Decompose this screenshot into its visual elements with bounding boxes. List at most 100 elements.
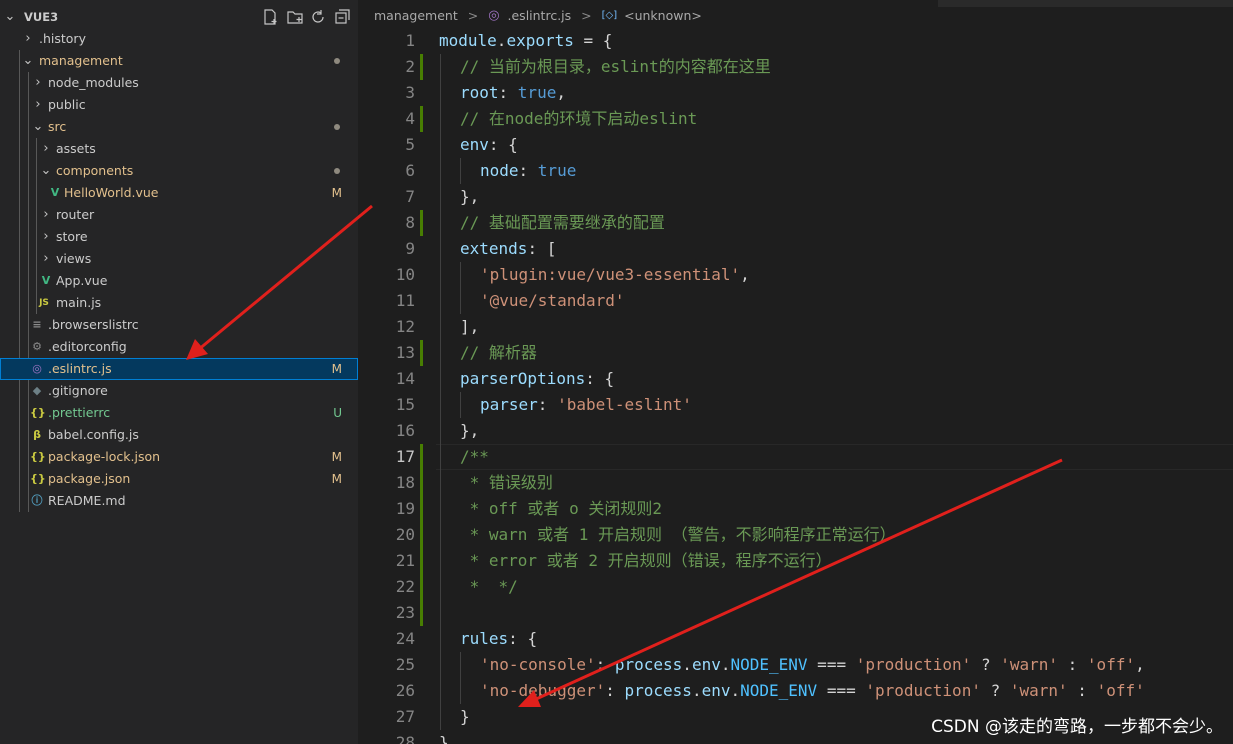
- tree-item-history[interactable]: › .history: [0, 28, 358, 50]
- code-line-9: extends: [: [460, 239, 557, 258]
- tree-item-label: .editorconfig: [48, 339, 127, 354]
- line-number: 14: [395, 369, 415, 388]
- chevron-down-icon: ⌄: [4, 9, 16, 24]
- code-line-16: },: [460, 421, 480, 440]
- chevron-right-icon: ›: [43, 229, 49, 244]
- tree-item-public[interactable]: › public: [0, 94, 358, 116]
- indent-guide: [460, 652, 461, 704]
- line-number: 5: [405, 135, 415, 154]
- tree-item-label: .eslintrc.js: [48, 361, 112, 376]
- tree-item-editorconfig[interactable]: ⚙ .editorconfig: [0, 336, 358, 358]
- code-line-2: // 当前为根目录，eslint的内容都在这里: [460, 57, 771, 76]
- tree-item-browserslistrc[interactable]: ≡ .browserslistrc: [0, 314, 358, 336]
- tree-item-gitignore[interactable]: ◆ .gitignore: [0, 380, 358, 402]
- new-folder-icon[interactable]: [287, 11, 303, 24]
- code-line-13: // 解析器: [460, 343, 537, 362]
- symbol-icon: [◇]: [601, 10, 618, 21]
- tree-item-label: node_modules: [48, 75, 139, 90]
- line-number: 16: [395, 421, 415, 440]
- chevron-down-icon: ⌄: [22, 53, 34, 68]
- new-file-icon[interactable]: [264, 9, 277, 25]
- tree-item-package-lock[interactable]: {} package-lock.json M: [0, 446, 358, 468]
- modified-dot-icon: [334, 168, 340, 174]
- vue-file-icon: V: [41, 274, 51, 287]
- tree-item-label: README.md: [48, 493, 126, 508]
- breadcrumb-folder[interactable]: management: [374, 8, 458, 23]
- tree-item-store[interactable]: › store: [0, 226, 358, 248]
- chevron-right-icon: ›: [43, 141, 49, 156]
- indent-guide: [460, 158, 461, 184]
- tree-item-helloworld-vue[interactable]: V HelloWorld.vue M: [0, 182, 358, 204]
- git-status-badge: M: [331, 186, 342, 200]
- tree-item-app-vue[interactable]: V App.vue: [0, 270, 358, 292]
- tree-item-label: views: [56, 251, 92, 266]
- git-icon: ◆: [32, 384, 42, 397]
- vue-file-icon: V: [50, 186, 60, 199]
- chevron-right-icon: ›: [35, 97, 41, 112]
- tree-item-prettierrc[interactable]: {} .prettierrc U: [0, 402, 358, 424]
- line-number: 26: [395, 681, 415, 700]
- tree-item-readme[interactable]: ⓘ README.md: [0, 490, 358, 512]
- tree-item-label: .history: [39, 31, 86, 46]
- code-line-21: * error 或者 2 开启规则（错误，程序不运行）: [460, 551, 832, 570]
- chevron-down-icon: ⌄: [32, 119, 44, 134]
- code-line-7: },: [460, 187, 480, 206]
- current-line-highlight: [436, 444, 1233, 470]
- code-line-19: * off 或者 o 关闭规则2: [460, 499, 662, 518]
- line-number: 7: [405, 187, 415, 206]
- code-line-17: /**: [460, 447, 489, 466]
- git-change-marker: [420, 210, 423, 236]
- tree-item-assets[interactable]: › assets: [0, 138, 358, 160]
- tree-item-main-js[interactable]: JS main.js: [0, 292, 358, 314]
- code-line-25: 'no-console': process.env.NODE_ENV === '…: [480, 655, 1145, 674]
- tree-item-label: babel.config.js: [48, 427, 139, 442]
- config-file-icon: ≡: [32, 318, 42, 331]
- json-file-icon: {}: [30, 406, 46, 419]
- watermark: CSDN @该走的弯路，一步都不会少。: [931, 717, 1223, 737]
- line-number: 27: [395, 707, 415, 726]
- tree-item-label: HelloWorld.vue: [64, 185, 159, 200]
- code-line-27: }: [460, 707, 470, 726]
- code-line-12: ],: [460, 317, 480, 336]
- tree-item-management[interactable]: ⌄ management: [0, 50, 358, 72]
- collapse-all-icon[interactable]: [335, 9, 350, 24]
- tree-item-node-modules[interactable]: › node_modules: [0, 72, 358, 94]
- eslint-icon: ◎: [32, 362, 42, 375]
- tree-item-package-json[interactable]: {} package.json M: [0, 468, 358, 490]
- tree-item-babel-config[interactable]: β babel.config.js: [0, 424, 358, 446]
- tree-item-label: src: [48, 119, 67, 134]
- code-line-5: env: {: [460, 135, 518, 154]
- git-change-marker: [420, 444, 423, 626]
- tree-item-components[interactable]: ⌄ components: [0, 160, 358, 182]
- chevron-down-icon: ⌄: [40, 163, 52, 178]
- git-status-badge: M: [331, 362, 342, 376]
- tree-item-views[interactable]: › views: [0, 248, 358, 270]
- line-number: 19: [395, 499, 415, 518]
- code-editor[interactable]: management > ◎ .eslintrc.js > [◇] <unkno…: [358, 0, 1233, 744]
- tree-item-router[interactable]: › router: [0, 204, 358, 226]
- breadcrumb-symbol[interactable]: <unknown>: [624, 8, 702, 23]
- tree-item-label: components: [56, 163, 134, 178]
- tree-item-label: .gitignore: [48, 383, 108, 398]
- explorer-sidebar: ⌄ VUE3 › .history ⌄ management › node_mo…: [0, 0, 358, 744]
- breadcrumb-separator: >: [467, 8, 479, 23]
- indent-guide: [440, 54, 441, 730]
- line-number: 3: [405, 83, 415, 102]
- breadcrumb: management > ◎ .eslintrc.js > [◇] <unkno…: [358, 7, 702, 27]
- line-number: 1: [405, 31, 415, 50]
- tree-item-src[interactable]: ⌄ src: [0, 116, 358, 138]
- line-number: 13: [395, 343, 415, 362]
- tree-item-eslintrc-js[interactable]: ◎ .eslintrc.js M: [0, 358, 358, 380]
- refresh-icon[interactable]: [312, 10, 324, 23]
- line-number: 8: [405, 213, 415, 232]
- line-number: 2: [405, 57, 415, 76]
- scrollbar-track[interactable]: [938, 0, 1233, 7]
- code-line-6: node: true: [480, 161, 577, 180]
- code-line-28: }: [439, 733, 449, 744]
- line-number: 9: [405, 239, 415, 258]
- breadcrumb-file[interactable]: .eslintrc.js: [508, 8, 572, 23]
- line-number: 22: [395, 577, 415, 596]
- code-line-4: // 在node的环境下启动eslint: [460, 109, 698, 128]
- chevron-right-icon: ›: [43, 251, 49, 266]
- code-line-11: '@vue/standard': [480, 291, 625, 310]
